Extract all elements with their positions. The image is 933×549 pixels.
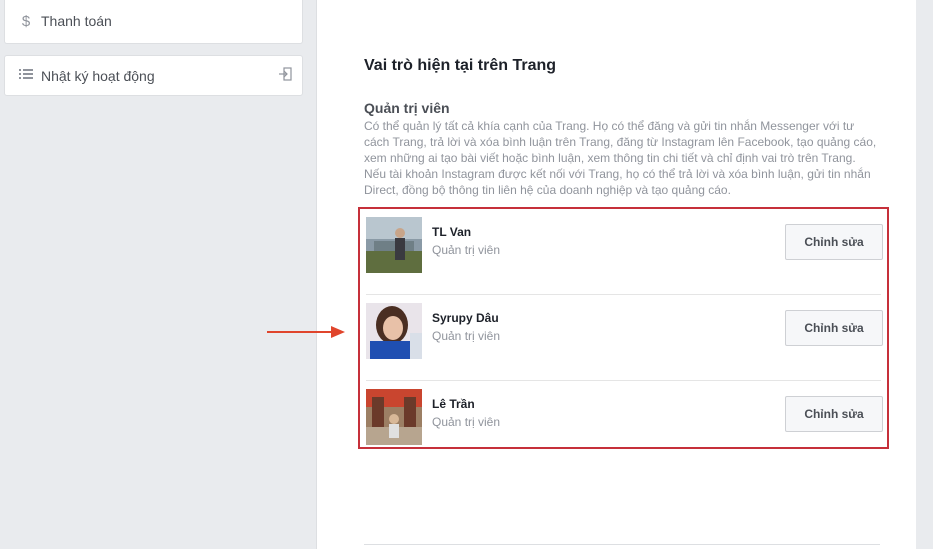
role-description: Có thể quản lý tất cả khía cạnh của Tran…: [364, 119, 877, 197]
sidebar-item-label: Nhật ký hoạt động: [41, 67, 155, 84]
avatar[interactable]: [366, 389, 422, 445]
sidebar-item-label: Thanh toán: [41, 13, 112, 29]
person-role: Quản trị viên: [432, 415, 501, 429]
exit-icon: [278, 67, 292, 84]
avatar[interactable]: [366, 303, 422, 359]
dollar-icon: $: [21, 12, 31, 30]
list-icon: [11, 67, 41, 84]
person-name[interactable]: Lê Trần: [432, 397, 475, 411]
list-item: Lê Trần Quản trị viên Chỉnh sửa: [366, 381, 883, 467]
page-roles-panel: Vai trò hiện tại trên Trang Quản trị viê…: [316, 0, 916, 549]
sidebar: $ Thanh toán Nhật ký hoạt động: [0, 0, 316, 549]
sidebar-item-activity-log[interactable]: Nhật ký hoạt động: [4, 55, 303, 96]
edit-button[interactable]: Chỉnh sửa: [785, 396, 883, 432]
list-item: Syrupy Dâu Quản trị viên Chỉnh sửa: [366, 295, 883, 381]
admin-list-highlight: TL Van Quản trị viên Chỉnh sửa Syrupy Dâ…: [358, 207, 889, 449]
person-role: Quản trị viên: [432, 329, 501, 343]
red-arrow-annotation: [267, 326, 345, 338]
sidebar-item-payments[interactable]: $ Thanh toán: [4, 0, 303, 44]
divider: [364, 544, 880, 545]
list-item: TL Van Quản trị viên Chỉnh sửa: [366, 209, 883, 295]
person-name[interactable]: TL Van: [432, 225, 471, 239]
avatar[interactable]: [366, 217, 422, 273]
person-name[interactable]: Syrupy Dâu: [432, 311, 499, 325]
edit-button[interactable]: Chỉnh sửa: [785, 310, 883, 346]
section-title: Vai trò hiện tại trên Trang: [364, 57, 557, 74]
right-gutter: [916, 0, 933, 549]
edit-button[interactable]: Chỉnh sửa: [785, 224, 883, 260]
person-role: Quản trị viên: [432, 243, 501, 257]
role-title: Quản trị viên: [364, 100, 450, 116]
